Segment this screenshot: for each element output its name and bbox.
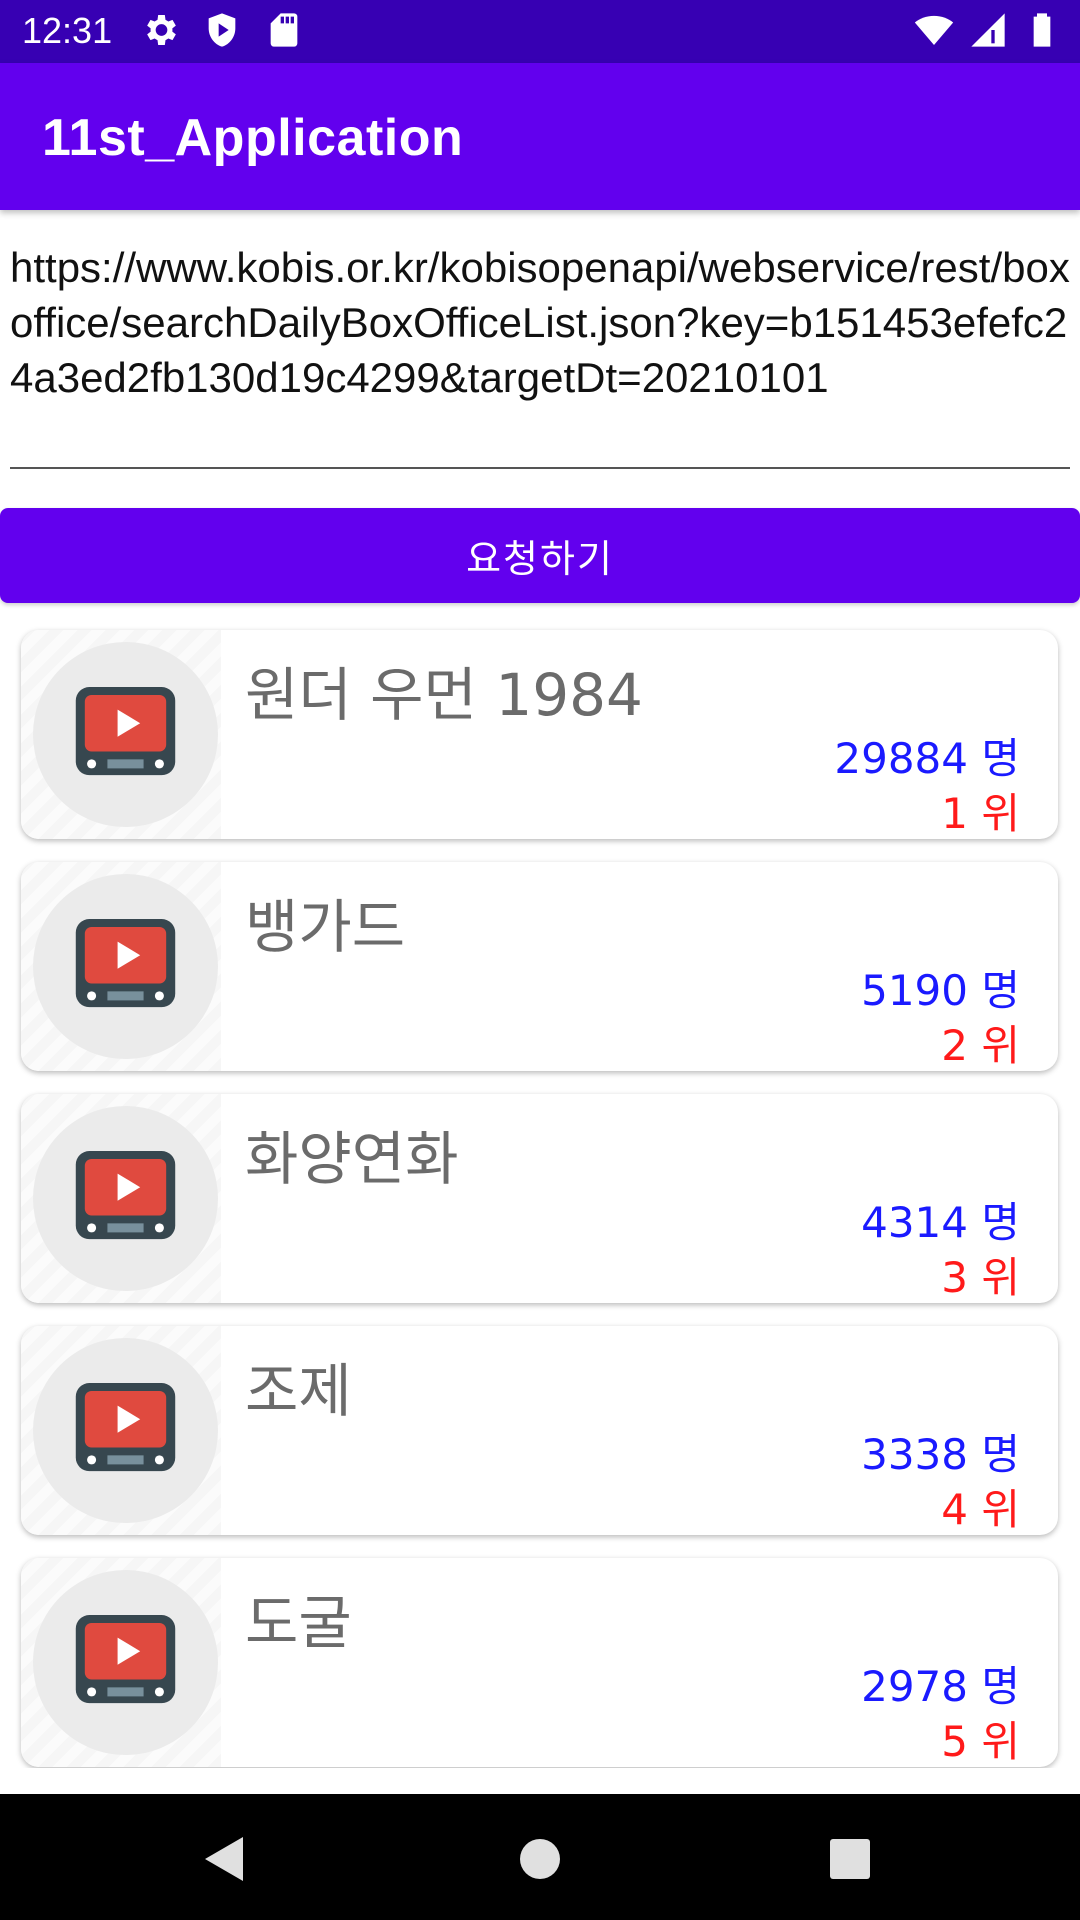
movie-card[interactable]: 조제 3338 명 4 위 [21, 1326, 1058, 1535]
status-bar: 12:31 [0, 0, 1080, 63]
wifi-icon [914, 15, 954, 45]
movie-rank: 2 위 [941, 1021, 1020, 1070]
movie-audience: 3338 명 [861, 1430, 1020, 1479]
movie-title: 도굴 [245, 1589, 352, 1657]
thumb-circle [33, 1106, 218, 1291]
movie-title: 조제 [245, 1357, 352, 1425]
gear-icon [147, 15, 176, 45]
recents-icon[interactable] [820, 1829, 880, 1889]
tv-play-icon [75, 1615, 176, 1704]
movie-list[interactable]: 원더 우먼 1984 29884 명 1 위 뱅가드 5190 명 2 위 화양… [0, 620, 1080, 1768]
status-time: 12:31 [22, 10, 113, 51]
status-icons-left [140, 10, 304, 50]
app-bar: 11st_Application [0, 63, 1080, 210]
back-icon[interactable] [195, 1829, 255, 1889]
movie-card[interactable]: 도굴 2978 명 5 위 [21, 1558, 1058, 1767]
request-button[interactable]: 요청하기 [0, 508, 1080, 603]
url-input-underline [10, 467, 1070, 469]
shield-icon [208, 13, 236, 47]
movie-rank: 5 위 [941, 1717, 1020, 1766]
movie-audience: 5190 명 [861, 966, 1020, 1015]
sd-card-icon [270, 13, 298, 47]
signal-icon [971, 13, 1005, 47]
battery-icon [1033, 13, 1051, 47]
url-input[interactable]: https://www.kobis.or.kr/kobisopenapi/web… [10, 240, 1070, 405]
movie-title: 뱅가드 [245, 893, 406, 961]
movie-rank: 1 위 [941, 789, 1020, 838]
movie-audience: 29884 명 [834, 734, 1020, 783]
movie-rank: 4 위 [941, 1485, 1020, 1534]
movie-title: 원더 우먼 1984 [245, 661, 643, 729]
status-icons-right [914, 10, 1062, 50]
movie-audience: 4314 명 [861, 1198, 1020, 1247]
movie-card[interactable]: 뱅가드 5190 명 2 위 [21, 862, 1058, 1071]
movie-title: 화양연화 [245, 1125, 459, 1193]
tv-play-icon [75, 1151, 176, 1240]
thumb-circle [33, 1338, 218, 1523]
home-icon[interactable] [510, 1829, 570, 1889]
movie-card[interactable]: 화양연화 4314 명 3 위 [21, 1094, 1058, 1303]
tv-play-icon [75, 919, 176, 1008]
tv-play-icon [75, 687, 176, 776]
app-title: 11st_Application [42, 109, 464, 167]
nav-bar [0, 1794, 1080, 1920]
movie-rank: 3 위 [941, 1253, 1020, 1302]
thumb-circle [33, 642, 218, 827]
tv-play-icon [75, 1383, 176, 1472]
thumb-circle [33, 1570, 218, 1755]
movie-card[interactable]: 원더 우먼 1984 29884 명 1 위 [21, 630, 1058, 839]
movie-audience: 2978 명 [861, 1662, 1020, 1711]
thumb-circle [33, 874, 218, 1059]
